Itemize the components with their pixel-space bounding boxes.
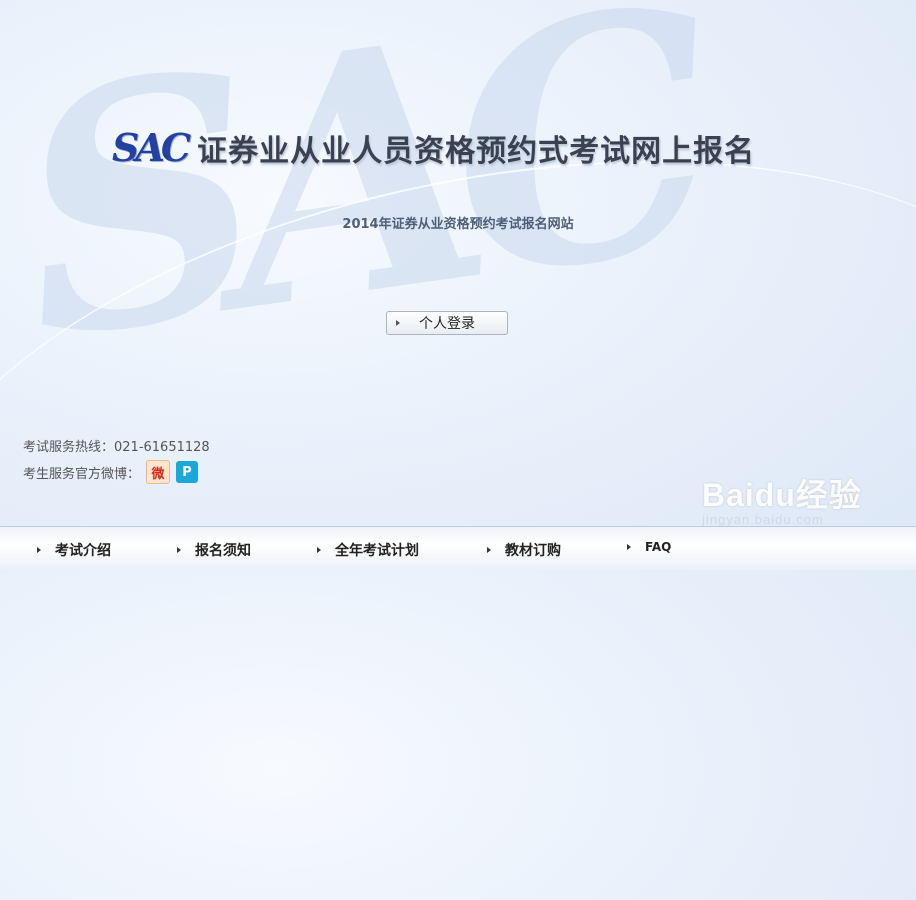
- page-title: 证券业从业人员资格预约式考试网上报名: [197, 133, 756, 169]
- arrow-right-icon: [177, 547, 181, 553]
- arrow-right-icon: [396, 320, 400, 326]
- official-weibo-row: 考生服务官方微博： 微 P: [23, 460, 199, 484]
- weibo-label: 考生服务官方微博：: [23, 466, 141, 482]
- arrow-right-icon: [317, 547, 321, 553]
- page-subtitle: 2014年证券从业资格预约考试报名网站: [342, 217, 574, 232]
- nav-label: FAQ: [645, 540, 672, 554]
- nav-label: 全年考试计划: [335, 543, 419, 559]
- sina-weibo-icon[interactable]: 微: [146, 460, 171, 484]
- nav-annual-exam-plan[interactable]: 全年考试计划: [317, 540, 419, 560]
- tencent-weibo-icon[interactable]: P: [176, 461, 199, 483]
- nav-label: 教材订购: [505, 543, 561, 559]
- personal-login-button[interactable]: 个人登录: [386, 311, 508, 335]
- footer-nav: 考试介绍 报名须知 全年考试计划 教材订购 FAQ: [0, 526, 916, 570]
- nav-label: 报名须知: [195, 543, 251, 559]
- nav-label: 考试介绍: [55, 543, 111, 559]
- nav-faq[interactable]: FAQ: [627, 540, 671, 554]
- site-header: SAC 证券业从业人员资格预约式考试网上报名: [112, 125, 755, 170]
- login-button-label: 个人登录: [419, 316, 475, 332]
- arrow-right-icon: [627, 544, 631, 550]
- baidu-jingyan-watermark: Baidu经验 jingyan.baidu.com: [702, 470, 862, 527]
- nav-registration-notice[interactable]: 报名须知: [177, 540, 251, 560]
- nav-exam-intro[interactable]: 考试介绍: [37, 540, 111, 560]
- service-hotline: 考试服务热线：021-61651128: [23, 440, 210, 455]
- watermark-main: Baidu经验: [702, 477, 862, 513]
- sac-logo: SAC: [112, 125, 191, 170]
- arrow-right-icon: [487, 547, 491, 553]
- nav-textbook-order[interactable]: 教材订购: [487, 540, 561, 560]
- arrow-right-icon: [37, 547, 41, 553]
